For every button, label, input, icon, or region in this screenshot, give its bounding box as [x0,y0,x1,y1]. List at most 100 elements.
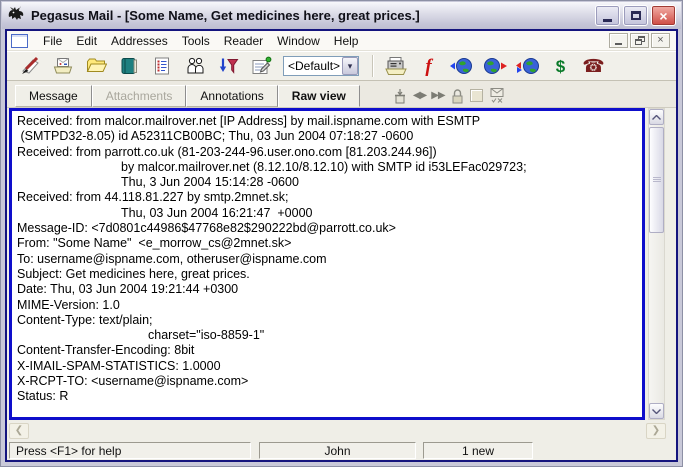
address-book-button[interactable] [112,53,145,79]
menu-window[interactable]: Window [270,32,327,50]
raw-line: Thu, 3 Jun 2004 15:14:28 -0600 [17,175,642,190]
raw-line: Message-ID: <7d0801c44986$47768e82$29022… [17,221,642,236]
tab-raw-view[interactable]: Raw view [278,85,360,107]
raw-line: Subject: Get medicines here, great price… [17,267,642,282]
tab-bar: Message Attachments Annotations Raw view… [7,81,676,108]
close-button[interactable]: × [651,5,676,26]
message-tools: ◀▶ ▶▶ [392,87,506,104]
scroll-right-button[interactable]: ❯ [646,423,666,439]
raw-line: From: "Some Name" <e_morrow_cs@2mnet.sk> [17,236,642,251]
raw-line: by malcor.mailrover.net (8.12.10/8.12.10… [17,160,642,175]
scrollbar-thumb[interactable] [649,127,664,233]
minimize-button[interactable] [595,5,620,26]
dollar-icon: $ [556,58,565,75]
highlight-color-button[interactable] [470,87,483,104]
mdi-window-controls: × [609,33,672,48]
local-users-button[interactable] [178,53,211,79]
edit-message-button[interactable] [244,53,277,79]
window-title: Pegasus Mail - [Some Name, Get medicines… [31,8,592,23]
raw-line: MIME-Version: 1.0 [17,298,642,313]
status-help-panel: Press <F1> for help [9,442,251,459]
scroll-down-button[interactable] [649,403,664,419]
raw-line: Date: Thu, 03 Jun 2004 19:21:44 +0300 [17,282,642,297]
close-icon: × [659,9,667,23]
confirm-reading-button[interactable] [488,87,506,104]
mdi-restore-button[interactable] [630,33,649,48]
chevron-down-icon: ▾ [348,61,353,72]
users-icon [184,56,206,76]
print-button[interactable] [379,53,412,79]
fast-forward-icon: ▶▶ [431,91,444,101]
toolbar: <Default> ▾ f [7,51,676,81]
status-identity-panel: John [259,442,416,459]
font-f-icon: f [425,57,431,76]
confirm-envelope-icon [488,87,506,104]
send-queued-mail-button[interactable] [445,53,478,79]
title-bar: Pegasus Mail - [Some Name, Get medicines… [2,2,681,29]
identity-value: <Default> [288,59,340,73]
message-view-zone: Received: from malcor.mailrover.net [IP … [7,108,676,440]
mdi-restore-icon [635,36,645,45]
filter-sort-icon [217,56,239,76]
pegasus-icon [7,5,25,26]
raw-line: Received: from malcor.mailrover.net [IP … [17,114,642,129]
mdi-close-button[interactable]: × [651,33,670,48]
minimize-icon [603,19,612,22]
check-mail-button[interactable] [46,53,79,79]
maximize-button[interactable] [623,5,648,26]
noticeboard-button[interactable] [145,53,178,79]
raw-line: Content-Transfer-Encoding: 8bit [17,343,642,358]
tab-annotations[interactable]: Annotations [186,85,277,107]
tab-message[interactable]: Message [15,85,92,107]
move-to-trash-button[interactable] [392,87,408,104]
raw-line: X-RCPT-TO: <username@ispname.com> [17,374,642,389]
raw-view-pane[interactable]: Received: from malcor.mailrover.net [IP … [9,108,645,420]
folder-icon [85,56,107,76]
address-book-icon [118,56,140,76]
vertical-scrollbar[interactable] [648,108,665,420]
mail-filter-button[interactable] [211,53,244,79]
quill-pen-icon [19,56,41,76]
mdi-minimize-button[interactable] [609,33,628,48]
chevron-down-icon [652,409,661,414]
globe-send-receive-icon [482,56,508,76]
open-folder-button[interactable] [79,53,112,79]
prev-next-message-button[interactable]: ◀▶ [413,87,426,104]
lock-message-button[interactable] [450,87,465,104]
scroll-up-button[interactable] [649,109,664,125]
dialup-phone-button[interactable]: ☎ [577,53,610,79]
globe-receive-icon [514,56,542,76]
font-button[interactable]: f [412,53,445,79]
chevron-up-icon [652,115,661,120]
phone-icon: ☎ [582,57,604,75]
noticeboard-icon [151,56,173,76]
raw-line: (SMTPD32-8.05) id A52311CB00BC; Thu, 03 … [17,129,642,144]
toolbar-separator [372,55,374,77]
mdi-close-icon: × [657,35,663,46]
tab-attachments: Attachments [92,85,187,107]
trash-icon [392,88,408,104]
menu-reader[interactable]: Reader [217,32,270,50]
check-internet-mail-button[interactable] [511,53,544,79]
identity-dropdown-button[interactable]: ▾ [342,57,358,75]
mail-tray-icon [52,56,74,76]
menu-file[interactable]: File [36,32,69,50]
identity-selector[interactable]: <Default> ▾ [283,56,359,76]
menu-tools[interactable]: Tools [175,32,217,50]
chevron-right-icon: ❯ [652,426,660,436]
raw-line: Status: R [17,389,642,404]
charges-button[interactable]: $ [544,53,577,79]
scroll-left-button[interactable]: ❮ [9,423,29,439]
mdi-document-icon[interactable] [11,34,28,48]
color-swatch-icon [470,89,483,102]
menu-help[interactable]: Help [327,32,366,50]
raw-line: To: username@ispname.com, otheruser@ispn… [17,252,642,267]
menu-addresses[interactable]: Addresses [104,32,175,50]
lock-icon [450,88,465,104]
prev-next-icon: ◀▶ [413,91,426,101]
menu-edit[interactable]: Edit [69,32,104,50]
new-message-button[interactable] [13,53,46,79]
forward-message-button[interactable]: ▶▶ [431,87,444,104]
send-receive-mail-button[interactable] [478,53,511,79]
raw-line: charset="iso-8859-1" [17,328,642,343]
